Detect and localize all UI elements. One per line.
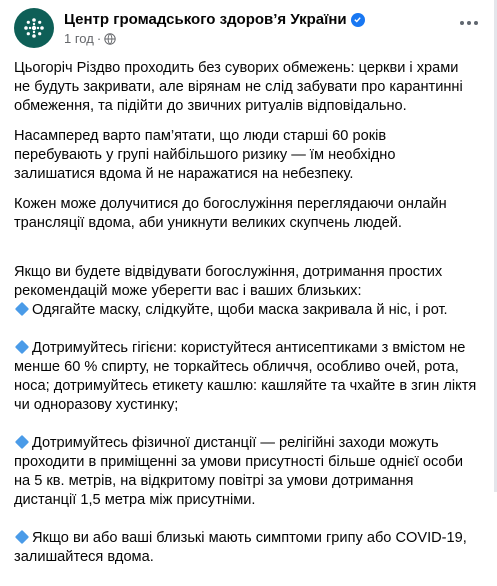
- bullet-text: Одягайте маску, слідкуйте, щоби маска за…: [32, 302, 448, 318]
- page-avatar[interactable]: [14, 8, 54, 48]
- bullet-item: Дотримуйтесь гігієни: користуйтеся антис…: [14, 339, 487, 415]
- paragraph-4-text: Якщо ви будете відвідувати богослужіння,…: [14, 264, 443, 299]
- blue-diamond-icon: [14, 339, 30, 355]
- paragraph-3: Кожен може долучитися до богослужіння пе…: [14, 196, 447, 231]
- post-header: Центр громадського здоров’я України 1 го…: [14, 8, 483, 54]
- blue-diamond-icon: [14, 301, 30, 317]
- bullet-item: Одягайте маску, слідкуйте, щоби маска за…: [14, 301, 487, 320]
- bullet-text: Дотримуйтесь гігієни: користуйтеся антис…: [14, 340, 477, 413]
- author-name[interactable]: Центр громадського здоров’я України: [64, 10, 365, 29]
- paragraph-2: Насамперед варто пам’ятати, що люди стар…: [14, 128, 396, 182]
- bullet-item: Якщо ви або ваші близькі мають симптоми …: [14, 529, 487, 567]
- bullet-item: Дотримуйтесь фізичної дистанції — релігі…: [14, 434, 487, 510]
- bullet-text: Якщо ви або ваші близькі мають симптоми …: [14, 530, 467, 565]
- post-meta: 1 год ·: [64, 31, 116, 47]
- blue-diamond-icon: [14, 529, 30, 545]
- blue-diamond-icon: [14, 434, 30, 450]
- more-options-icon[interactable]: [455, 14, 483, 32]
- facebook-post: Центр громадського здоров’я України 1 го…: [0, 0, 497, 565]
- meta-separator: ·: [96, 31, 102, 46]
- verified-badge-icon: [350, 12, 365, 27]
- paragraph-4: Якщо ви будете відвідувати богослужіння,…: [14, 244, 487, 586]
- globe-icon[interactable]: [104, 33, 116, 45]
- author-name-text[interactable]: Центр громадського здоров’я України: [64, 10, 347, 29]
- post-timestamp[interactable]: 1 год: [64, 31, 94, 47]
- post-text: Цьогоріч Різдво проходить без суворих об…: [14, 59, 487, 586]
- paragraph-1: Цьогоріч Різдво проходить без суворих об…: [14, 60, 463, 114]
- organization-logo-icon: [24, 18, 44, 38]
- bullet-text: Дотримуйтесь фізичної дистанції — релігі…: [14, 435, 464, 508]
